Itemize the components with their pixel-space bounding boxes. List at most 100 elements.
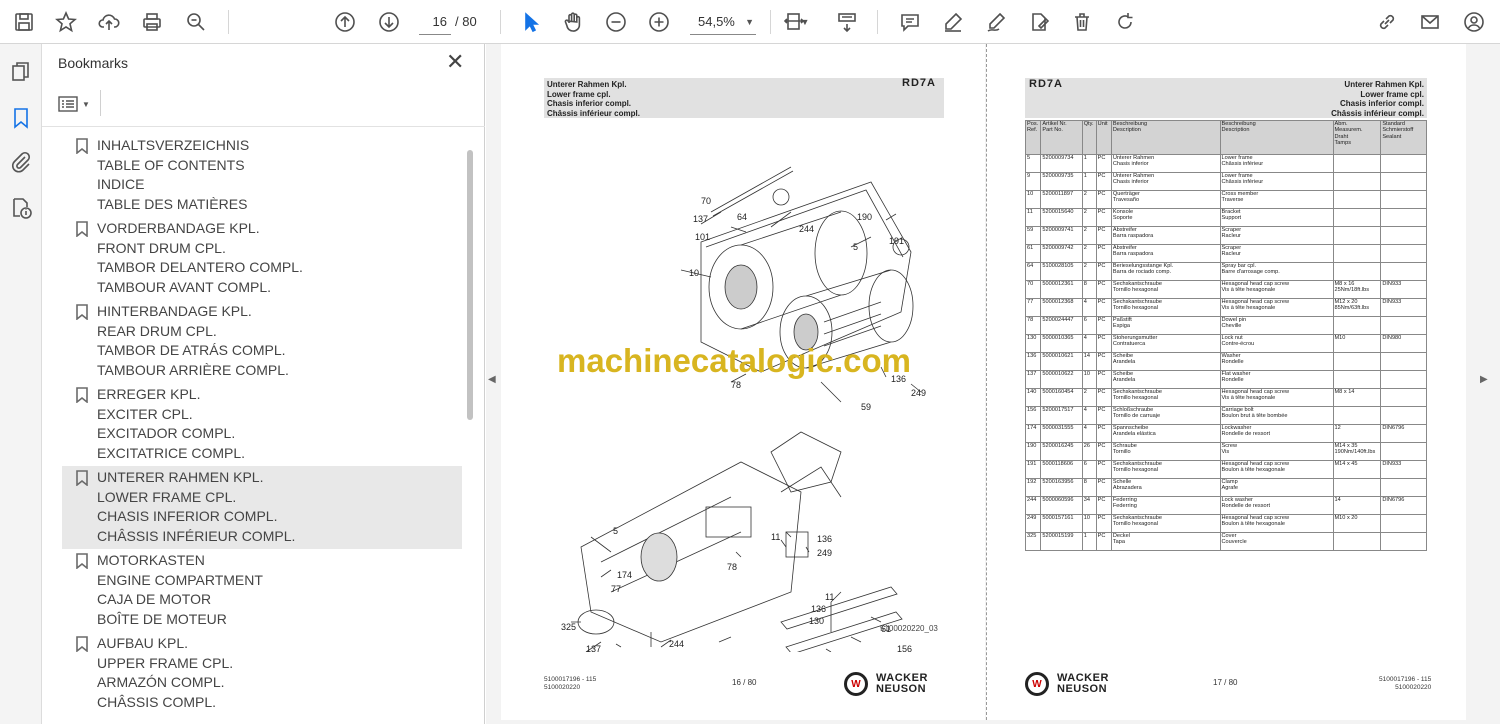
table-cell: Dowel pin Cheville (1219, 316, 1334, 335)
previous-page-icon[interactable] (331, 8, 359, 36)
logo-text: WACKER NEUSON (1057, 673, 1109, 695)
table-cell: DIN6796 (1380, 424, 1427, 443)
table-cell: 5200016245 (1040, 442, 1083, 461)
table-cell (1332, 316, 1382, 335)
table-cell: 10 (1081, 370, 1097, 389)
bookmark-item[interactable]: ERREGER KPL. EXCITER CPL. EXCITADOR COMPL.… (62, 383, 462, 466)
table-cell: 5 (1024, 154, 1042, 173)
share-link-icon[interactable] (1373, 8, 1401, 36)
wacker-neuson-logo: W WACKER NEUSON (844, 672, 928, 696)
table-cell: PC (1095, 532, 1112, 551)
table-cell: 4 (1081, 334, 1097, 353)
print-icon[interactable] (138, 8, 166, 36)
draw-signature-icon[interactable] (982, 8, 1010, 36)
chevron-down-icon: ▼ (745, 17, 754, 27)
table-cell: Scheibe Arandela (1110, 370, 1221, 389)
bookmark-icon[interactable] (9, 106, 33, 130)
page-thumbnails-icon[interactable] (9, 60, 33, 84)
toolbar-separator (228, 10, 229, 34)
table-cell: M14 x 35 190Nm/140ft.lbs (1332, 442, 1382, 461)
zoom-level-select[interactable]: 54,5% ▼ (690, 9, 756, 35)
collapse-panel-icon[interactable]: ◀ (488, 374, 496, 385)
chevron-down-icon[interactable]: ▼ (798, 8, 812, 36)
bookmark-flag-icon (76, 553, 88, 570)
table-cell: M12 x 20 85Nm/63ft.lbs (1332, 298, 1382, 317)
zoom-out-icon[interactable] (602, 8, 630, 36)
select-cursor-icon[interactable] (517, 8, 545, 36)
bookmark-item[interactable]: VORDERBANDAGE KPL. FRONT DRUM CPL. TAMBOR … (62, 217, 462, 300)
scroll-mode-icon[interactable] (833, 8, 861, 36)
hand-tool-icon[interactable] (559, 8, 587, 36)
account-icon[interactable] (1460, 8, 1488, 36)
bookmark-item[interactable]: HINTERBANDAGE KPL. REAR DRUM CPL. TAMBOR D… (62, 300, 462, 383)
bookmark-item[interactable]: UNTERER RAHMEN KPL. LOWER FRAME CPL. CHASI… (62, 466, 462, 549)
bookmark-label: HINTERBANDAGE KPL. (97, 303, 252, 319)
save-icon[interactable] (10, 8, 38, 36)
zoom-in-icon[interactable] (645, 8, 673, 36)
bookmark-item[interactable]: INHALTSVERZEICHNIS TABLE OF CONTENTS INDIC… (62, 134, 462, 217)
document-info-icon[interactable] (9, 196, 33, 220)
table-cell (1380, 388, 1427, 407)
part-callout-label: 249 (817, 548, 832, 558)
table-cell: 14 (1081, 352, 1097, 371)
table-cell: 190 (1024, 442, 1042, 461)
highlight-pen-icon[interactable] (939, 8, 967, 36)
panel-scrollbar[interactable] (467, 150, 473, 420)
bookmark-label: INHALTSVERZEICHNIS (97, 137, 250, 153)
table-cell: Sechskantschraube Tornillo hexagonal (1110, 298, 1221, 317)
table-cell: 5000012368 (1040, 298, 1083, 317)
fill-sign-icon[interactable] (1025, 8, 1053, 36)
zoom-search-icon[interactable] (182, 8, 210, 36)
part-callout-label: 11 (771, 532, 780, 542)
table-cell (1380, 172, 1427, 191)
attachment-icon[interactable] (9, 150, 33, 174)
delete-trash-icon[interactable] (1068, 8, 1096, 36)
panel-toolbar-divider (100, 90, 101, 116)
table-row: 78 5200024447 6 PC Paßstift Espiga Dowel pin … (1024, 316, 1427, 335)
cloud-upload-icon[interactable] (95, 8, 123, 36)
table-cell: Bracket Support (1219, 208, 1334, 227)
table-cell: PC (1095, 514, 1112, 533)
table-cell (1380, 208, 1427, 227)
table-cell: 5000010621 (1040, 352, 1083, 371)
bookmark-flag-icon (76, 636, 88, 653)
header-line: Châssis inférieur compl. (1331, 108, 1424, 118)
table-cell: 325 (1024, 532, 1042, 551)
part-callout-label: 174 (617, 570, 632, 580)
page-header: Unterer Rahmen Kpl. Lower frame cpl. Cha… (544, 78, 944, 118)
table-cell (1332, 172, 1382, 191)
part-callout-label: 59 (861, 402, 871, 412)
comment-icon[interactable] (896, 8, 924, 36)
page-total-label: / 80 (455, 14, 477, 29)
table-header-row: Pos. Ref. Artikel Nr. Part No. Qty. Unit Bes… (1024, 120, 1427, 155)
bookmark-item[interactable]: AUFBAU KPL. UPPER FRAME CPL. ARMAZÓN COMPL… (62, 632, 462, 715)
page-number-input[interactable]: 16 (419, 9, 451, 35)
table-cell: 6 (1081, 316, 1097, 335)
bookmark-label: UPPER FRAME CPL. (97, 654, 234, 671)
next-page-icon[interactable] (375, 8, 403, 36)
bookmark-item[interactable]: MOTORKASTEN ENGINE COMPARTMENT CAJA DE MOT… (62, 549, 462, 632)
close-icon[interactable]: ✕ (446, 50, 464, 74)
bookmark-options-button[interactable]: ▼ (58, 92, 92, 116)
table-row: 137 5000010622 10 PC Scheibe Arandela Flat wa… (1024, 370, 1427, 389)
table-cell: Hexagonal head cap screw Vis à tête hexa… (1219, 388, 1334, 407)
table-row: 77 5000012368 4 PC Sechskantschraube Tornill… (1024, 298, 1427, 317)
bookmark-label: TAMBOR DELANTERO COMPL. (97, 259, 303, 275)
header-line: Châssis inférieur compl. (547, 108, 640, 118)
email-icon[interactable] (1416, 8, 1444, 36)
part-callout-label: 156 (897, 644, 912, 652)
table-cell: Stoherungsmutter Contratuerca (1110, 334, 1221, 353)
expand-right-panel-icon[interactable]: ▶ (1480, 374, 1488, 385)
table-cell: Schelle Abrazadera (1110, 478, 1221, 497)
table-cell (1380, 244, 1427, 263)
rotate-icon[interactable] (1111, 8, 1139, 36)
table-cell: 1 (1081, 532, 1097, 551)
table-row: 249 5000157161 10 PC Sechskantschraube Torni… (1024, 514, 1427, 533)
bookmark-label: INDICE (97, 176, 145, 192)
table-cell: Scraper Racleur (1219, 226, 1334, 245)
star-icon[interactable] (52, 8, 80, 36)
navigation-rail (0, 44, 42, 724)
table-cell: DIN933 (1380, 298, 1427, 317)
table-cell: DIN933 (1380, 280, 1427, 299)
part-callout-label: 101 (695, 232, 710, 242)
